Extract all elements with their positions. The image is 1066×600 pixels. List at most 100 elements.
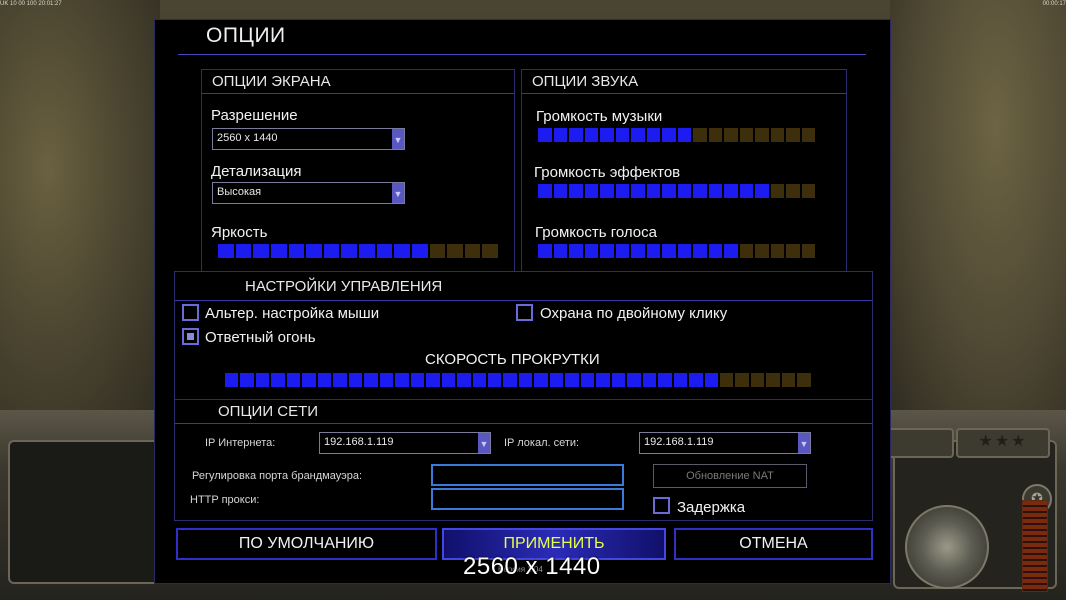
slider-segment[interactable]	[472, 373, 486, 387]
slider-segment[interactable]	[379, 373, 394, 387]
slider-segment[interactable]	[553, 184, 567, 198]
slider-segment[interactable]	[333, 373, 347, 387]
slider-segment[interactable]	[376, 244, 393, 258]
slider-segment[interactable]	[218, 244, 234, 258]
slider-segment[interactable]	[553, 128, 567, 142]
effects-volume-slider[interactable]	[538, 184, 815, 198]
slider-segment[interactable]	[646, 128, 660, 142]
dropdown-arrow-icon[interactable]: ▼	[798, 433, 810, 453]
slider-segment[interactable]	[615, 244, 629, 258]
slider-segment[interactable]	[708, 184, 722, 198]
dropdown-arrow-icon[interactable]: ▼	[392, 129, 404, 149]
slider-segment[interactable]	[662, 128, 676, 142]
slider-segment[interactable]	[426, 373, 440, 387]
slider-segment[interactable]	[288, 244, 305, 258]
firewall-port-input[interactable]	[431, 464, 624, 486]
slider-segment[interactable]	[584, 244, 598, 258]
slider-segment[interactable]	[611, 373, 626, 387]
slider-segment[interactable]	[569, 128, 583, 142]
slider-segment[interactable]	[708, 128, 722, 142]
slider-segment[interactable]	[755, 244, 769, 258]
slider-segment[interactable]	[801, 128, 815, 142]
slider-segment[interactable]	[766, 373, 780, 387]
slider-segment[interactable]	[631, 184, 645, 198]
slider-segment[interactable]	[786, 128, 800, 142]
slider-segment[interactable]	[770, 244, 784, 258]
slider-segment[interactable]	[627, 373, 641, 387]
slider-segment[interactable]	[364, 373, 378, 387]
slider-segment[interactable]	[600, 244, 614, 258]
slider-segment[interactable]	[673, 373, 688, 387]
slider-segment[interactable]	[596, 373, 610, 387]
slider-segment[interactable]	[739, 184, 753, 198]
slider-segment[interactable]	[482, 244, 498, 258]
slider-segment[interactable]	[642, 373, 657, 387]
slider-segment[interactable]	[464, 244, 481, 258]
slider-segment[interactable]	[704, 373, 718, 387]
slider-segment[interactable]	[225, 373, 239, 387]
slider-segment[interactable]	[786, 244, 800, 258]
slider-segment[interactable]	[584, 184, 598, 198]
slider-segment[interactable]	[271, 373, 285, 387]
scroll-speed-slider[interactable]	[225, 373, 811, 387]
slider-segment[interactable]	[797, 373, 811, 387]
alt-mouse-checkbox[interactable]	[182, 304, 199, 321]
slider-segment[interactable]	[755, 128, 769, 142]
voice-volume-slider[interactable]	[538, 244, 815, 258]
slider-segment[interactable]	[410, 373, 425, 387]
cancel-button[interactable]: ОТМЕНА	[674, 528, 873, 560]
slider-segment[interactable]	[631, 244, 645, 258]
music-volume-slider[interactable]	[538, 128, 815, 142]
slider-segment[interactable]	[348, 373, 363, 387]
dropdown-arrow-icon[interactable]: ▼	[478, 433, 490, 453]
slider-segment[interactable]	[755, 184, 769, 198]
slider-segment[interactable]	[518, 373, 533, 387]
slider-segment[interactable]	[286, 373, 301, 387]
slider-segment[interactable]	[584, 128, 598, 142]
slider-segment[interactable]	[565, 373, 579, 387]
slider-segment[interactable]	[429, 244, 446, 258]
slider-segment[interactable]	[708, 244, 722, 258]
slider-segment[interactable]	[750, 373, 765, 387]
slider-segment[interactable]	[786, 184, 800, 198]
nat-refresh-button[interactable]: Обновление NAT	[653, 464, 807, 488]
slider-segment[interactable]	[580, 373, 595, 387]
slider-segment[interactable]	[306, 244, 322, 258]
slider-segment[interactable]	[677, 244, 691, 258]
http-proxy-input[interactable]	[431, 488, 624, 510]
slider-segment[interactable]	[781, 373, 796, 387]
slider-segment[interactable]	[724, 128, 738, 142]
slider-segment[interactable]	[801, 244, 815, 258]
slider-segment[interactable]	[359, 244, 375, 258]
slider-segment[interactable]	[569, 184, 583, 198]
slider-segment[interactable]	[411, 244, 428, 258]
slider-segment[interactable]	[658, 373, 672, 387]
defaults-button[interactable]: ПО УМОЛЧАНИЮ	[176, 528, 437, 560]
slider-segment[interactable]	[394, 244, 410, 258]
slider-segment[interactable]	[646, 184, 660, 198]
slider-segment[interactable]	[270, 244, 287, 258]
slider-segment[interactable]	[631, 128, 645, 142]
slider-segment[interactable]	[724, 244, 738, 258]
slider-segment[interactable]	[395, 373, 409, 387]
slider-segment[interactable]	[457, 373, 471, 387]
brightness-slider[interactable]	[218, 244, 498, 258]
slider-segment[interactable]	[503, 373, 517, 387]
slider-segment[interactable]	[739, 128, 753, 142]
slider-segment[interactable]	[538, 128, 552, 142]
internet-ip-dropdown[interactable]: 192.168.1.119 ▼	[319, 432, 491, 454]
slider-segment[interactable]	[235, 244, 252, 258]
slider-segment[interactable]	[735, 373, 749, 387]
slider-segment[interactable]	[534, 373, 548, 387]
slider-segment[interactable]	[441, 373, 456, 387]
slider-segment[interactable]	[662, 184, 676, 198]
slider-segment[interactable]	[569, 244, 583, 258]
slider-segment[interactable]	[801, 184, 815, 198]
slider-segment[interactable]	[302, 373, 316, 387]
slider-segment[interactable]	[677, 184, 691, 198]
resolution-dropdown[interactable]: 2560 x 1440 ▼	[212, 128, 405, 150]
slider-segment[interactable]	[323, 244, 340, 258]
slider-segment[interactable]	[770, 128, 784, 142]
detail-dropdown[interactable]: Высокая ▼	[212, 182, 405, 204]
slider-segment[interactable]	[693, 244, 707, 258]
